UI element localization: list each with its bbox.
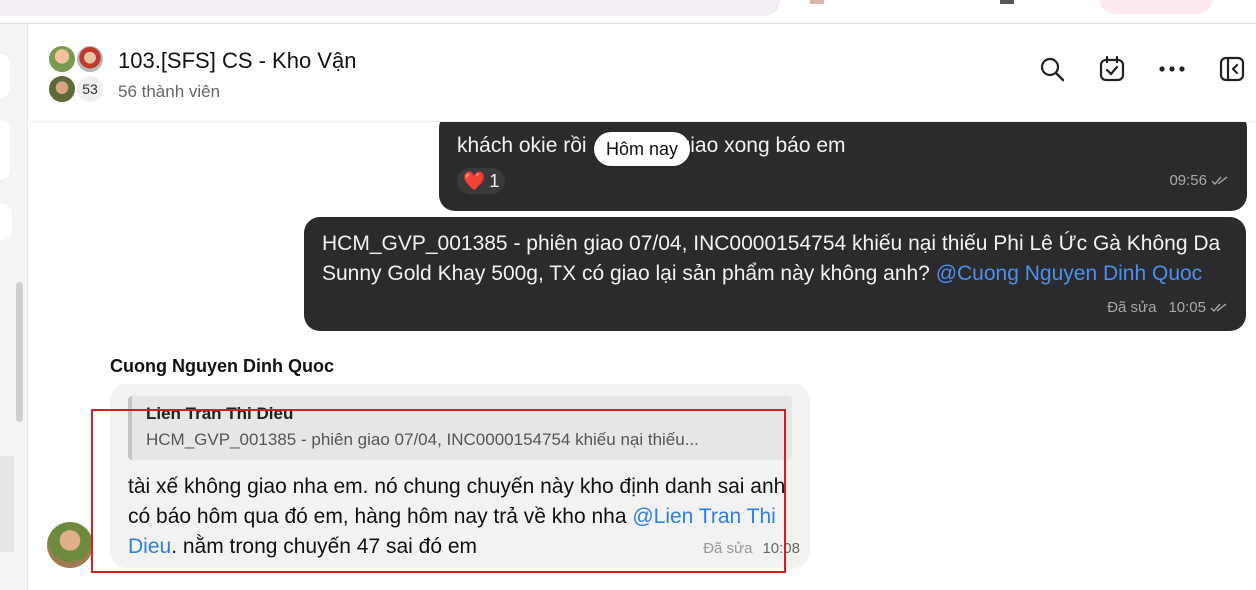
group-avatar-stack[interactable]: 53 bbox=[47, 44, 107, 106]
message-time: 10:05 bbox=[1168, 299, 1206, 316]
avatar bbox=[75, 44, 105, 74]
avatar[interactable] bbox=[47, 522, 93, 568]
reaction-badge[interactable]: ❤️ 1 bbox=[457, 168, 506, 194]
date-separator-pill: Hôm nay bbox=[594, 132, 691, 166]
calendar-check-icon bbox=[1099, 55, 1125, 82]
more-button[interactable] bbox=[1157, 54, 1187, 84]
edited-label: Đã sửa bbox=[703, 540, 753, 557]
double-check-icon bbox=[1211, 175, 1228, 185]
tab-marker bbox=[810, 0, 824, 4]
chat-header: 53 103.[SFS] CS - Kho Vận 56 thành viên bbox=[29, 24, 1256, 122]
browser-tab-area bbox=[0, 0, 780, 16]
sidebar-item[interactable] bbox=[0, 54, 10, 98]
search-button[interactable] bbox=[1037, 54, 1067, 84]
avatar bbox=[47, 74, 77, 104]
browser-action-pill[interactable] bbox=[1100, 0, 1212, 14]
message-list[interactable]: khách okie rồi giao xong báo em ❤️ 1 09:5… bbox=[29, 122, 1256, 590]
message-time: 10:08 bbox=[762, 540, 800, 557]
reaction-count: 1 bbox=[489, 170, 500, 191]
edited-label: Đã sửa bbox=[1107, 299, 1157, 316]
message-meta: Đã sửa 10:05 bbox=[1107, 299, 1228, 316]
message-time: 09:56 bbox=[1169, 172, 1229, 189]
member-count[interactable]: 56 thành viên bbox=[118, 82, 220, 102]
toggle-panel-button[interactable] bbox=[1217, 54, 1247, 84]
message-bubble-own[interactable]: HCM_GVP_001385 - phiên giao 07/04, INC00… bbox=[304, 217, 1246, 331]
toggle-panel-icon bbox=[1219, 56, 1245, 82]
tab-marker bbox=[1000, 0, 1014, 4]
double-check-icon bbox=[1210, 302, 1227, 312]
message-bubble-other[interactable]: Lien Tran Thi Dieu HCM_GVP_001385 - phiê… bbox=[110, 384, 810, 568]
avatar-more-count: 53 bbox=[75, 74, 105, 104]
sidebar-item[interactable] bbox=[0, 120, 10, 180]
group-title[interactable]: 103.[SFS] CS - Kho Vận bbox=[118, 48, 356, 74]
mention-link[interactable]: @Cuong Nguyen Dinh Quoc bbox=[936, 262, 1202, 285]
more-icon bbox=[1159, 66, 1185, 72]
browser-top-strip bbox=[0, 0, 1256, 24]
quote-author: Lien Tran Thi Dieu bbox=[146, 404, 294, 423]
message-text: HCM_GVP_001385 - phiên giao 07/04, INC00… bbox=[322, 232, 1221, 285]
message-bubble-own[interactable]: khách okie rồi giao xong báo em ❤️ 1 09:5… bbox=[439, 122, 1247, 211]
sidebar-item[interactable] bbox=[0, 204, 12, 240]
left-sidebar bbox=[0, 24, 28, 590]
heart-icon: ❤️ bbox=[463, 170, 486, 191]
message-meta: Đã sửa 10:08 bbox=[703, 540, 800, 557]
sender-name[interactable]: Cuong Nguyen Dinh Quoc bbox=[110, 356, 334, 377]
avatar bbox=[47, 44, 77, 74]
tasks-button[interactable] bbox=[1097, 54, 1127, 84]
quote-text: HCM_GVP_001385 - phiên giao 07/04, INC00… bbox=[146, 430, 699, 449]
sidebar-block bbox=[0, 456, 14, 552]
reply-quote[interactable]: Lien Tran Thi Dieu HCM_GVP_001385 - phiê… bbox=[128, 396, 792, 460]
sidebar-scrollbar[interactable] bbox=[16, 282, 23, 422]
search-icon bbox=[1040, 57, 1065, 82]
message-text: tài xế không giao nha em. nó chung chuyế… bbox=[128, 475, 786, 558]
